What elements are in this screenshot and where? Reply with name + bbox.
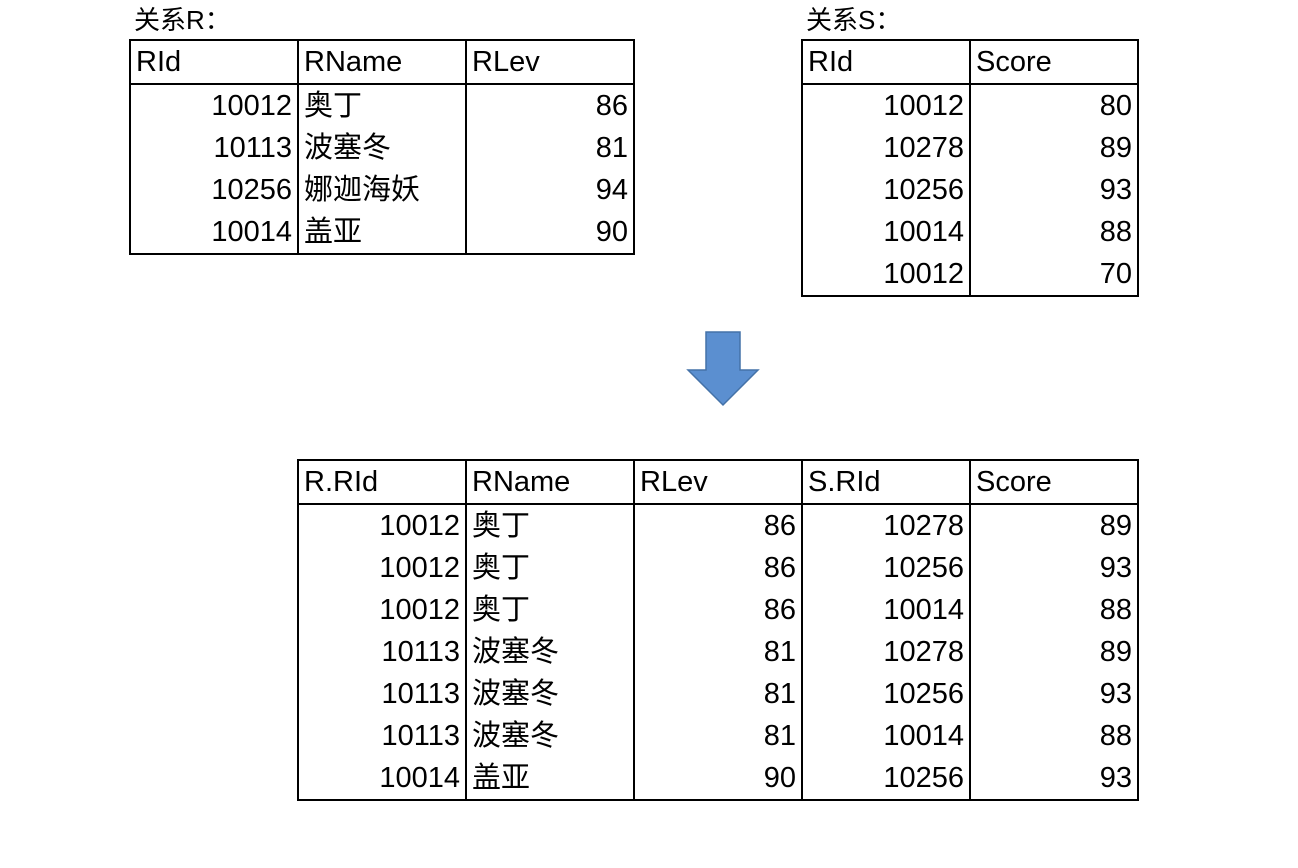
cell-score: 93 xyxy=(969,757,1139,801)
down-arrow-icon xyxy=(686,331,760,407)
cell-rname: 波塞冬 xyxy=(297,127,467,169)
cell-rlev: 86 xyxy=(633,504,803,547)
cell-rlev: 81 xyxy=(633,673,803,715)
cell-rname: 奥丁 xyxy=(465,547,635,589)
relation-s-table: RId Score 10012 80 10278 89 10256 93 100… xyxy=(801,39,1139,297)
header-row: RId Score xyxy=(801,39,1139,85)
cell-r-rid: 10012 xyxy=(297,504,467,547)
cell-score: 88 xyxy=(969,715,1139,757)
cell-score: 93 xyxy=(969,169,1139,211)
cell-rid: 10014 xyxy=(129,211,299,255)
column-header-score: Score xyxy=(969,39,1139,85)
cell-r-rid: 10014 xyxy=(297,757,467,801)
cell-rid: 10256 xyxy=(129,169,299,211)
table-row: 10113 波塞冬 81 10014 88 xyxy=(297,715,1139,757)
cell-rid: 10012 xyxy=(801,253,971,297)
cell-r-rid: 10012 xyxy=(297,589,467,631)
cell-score: 88 xyxy=(969,589,1139,631)
cell-s-rid: 10014 xyxy=(801,715,971,757)
cell-score: 89 xyxy=(969,127,1139,169)
cell-score: 93 xyxy=(969,673,1139,715)
table-row: 10113 波塞冬 81 10278 89 xyxy=(297,631,1139,673)
table-row: 10278 89 xyxy=(801,127,1139,169)
header-row: R.RId RName RLev S.RId Score xyxy=(297,459,1139,505)
cell-rlev: 90 xyxy=(465,211,635,255)
cell-r-rid: 10113 xyxy=(297,715,467,757)
cell-rlev: 86 xyxy=(465,84,635,127)
table-row: 10113 波塞冬 81 10256 93 xyxy=(297,673,1139,715)
cell-rid: 10012 xyxy=(801,84,971,127)
table-row: 10012 奥丁 86 10278 89 xyxy=(297,504,1139,547)
cell-rid: 10256 xyxy=(801,169,971,211)
header-row: RId RName RLev xyxy=(129,39,635,85)
table-row: 10012 奥丁 86 xyxy=(129,84,635,127)
cell-rid: 10014 xyxy=(801,211,971,253)
relation-r-table: RId RName RLev 10012 奥丁 86 10113 波塞冬 81 … xyxy=(129,39,635,255)
cell-rname: 波塞冬 xyxy=(465,631,635,673)
cell-rlev: 86 xyxy=(633,547,803,589)
cell-rname: 娜迦海妖 xyxy=(297,169,467,211)
cell-rlev: 81 xyxy=(633,631,803,673)
column-header-rlev: RLev xyxy=(633,459,803,505)
cell-score: 80 xyxy=(969,84,1139,127)
cell-rname: 奥丁 xyxy=(465,504,635,547)
cell-rname: 波塞冬 xyxy=(465,673,635,715)
column-header-s-rid: S.RId xyxy=(801,459,971,505)
cell-score: 70 xyxy=(969,253,1139,297)
result-table: R.RId RName RLev S.RId Score 10012 奥丁 86… xyxy=(297,459,1139,801)
cell-rlev: 94 xyxy=(465,169,635,211)
cell-rlev: 81 xyxy=(633,715,803,757)
table-row: 10014 盖亚 90 xyxy=(129,211,635,255)
cell-rname: 盖亚 xyxy=(297,211,467,255)
column-header-rname: RName xyxy=(297,39,467,85)
cell-rname: 奥丁 xyxy=(297,84,467,127)
cell-r-rid: 10012 xyxy=(297,547,467,589)
down-arrow-shape xyxy=(686,331,760,407)
table-row: 10014 88 xyxy=(801,211,1139,253)
cell-score: 88 xyxy=(969,211,1139,253)
column-header-rlev: RLev xyxy=(465,39,635,85)
cell-s-rid: 10256 xyxy=(801,673,971,715)
relation-r-caption: 关系R： xyxy=(134,5,231,35)
cell-rname: 奥丁 xyxy=(465,589,635,631)
table-row: 10012 80 xyxy=(801,84,1139,127)
cell-rname: 波塞冬 xyxy=(465,715,635,757)
cell-rid: 10278 xyxy=(801,127,971,169)
table-row: 10256 娜迦海妖 94 xyxy=(129,169,635,211)
column-header-rname: RName xyxy=(465,459,635,505)
cell-rname: 盖亚 xyxy=(465,757,635,801)
table-row: 10012 奥丁 86 10014 88 xyxy=(297,589,1139,631)
cell-s-rid: 10256 xyxy=(801,547,971,589)
cell-rid: 10012 xyxy=(129,84,299,127)
column-header-rid: RId xyxy=(129,39,299,85)
cell-score: 89 xyxy=(969,631,1139,673)
table-row: 10012 70 xyxy=(801,253,1139,297)
cell-rlev: 86 xyxy=(633,589,803,631)
cell-r-rid: 10113 xyxy=(297,673,467,715)
cell-s-rid: 10278 xyxy=(801,504,971,547)
cell-rid: 10113 xyxy=(129,127,299,169)
cell-rlev: 90 xyxy=(633,757,803,801)
cell-s-rid: 10278 xyxy=(801,631,971,673)
relation-s-caption: 关系S： xyxy=(806,5,902,35)
table-row: 10113 波塞冬 81 xyxy=(129,127,635,169)
cell-score: 89 xyxy=(969,504,1139,547)
cell-s-rid: 10256 xyxy=(801,757,971,801)
cell-r-rid: 10113 xyxy=(297,631,467,673)
column-header-rid: RId xyxy=(801,39,971,85)
column-header-score: Score xyxy=(969,459,1139,505)
cell-rlev: 81 xyxy=(465,127,635,169)
cell-s-rid: 10014 xyxy=(801,589,971,631)
table-row: 10012 奥丁 86 10256 93 xyxy=(297,547,1139,589)
table-row: 10256 93 xyxy=(801,169,1139,211)
cell-score: 93 xyxy=(969,547,1139,589)
column-header-r-rid: R.RId xyxy=(297,459,467,505)
table-row: 10014 盖亚 90 10256 93 xyxy=(297,757,1139,801)
